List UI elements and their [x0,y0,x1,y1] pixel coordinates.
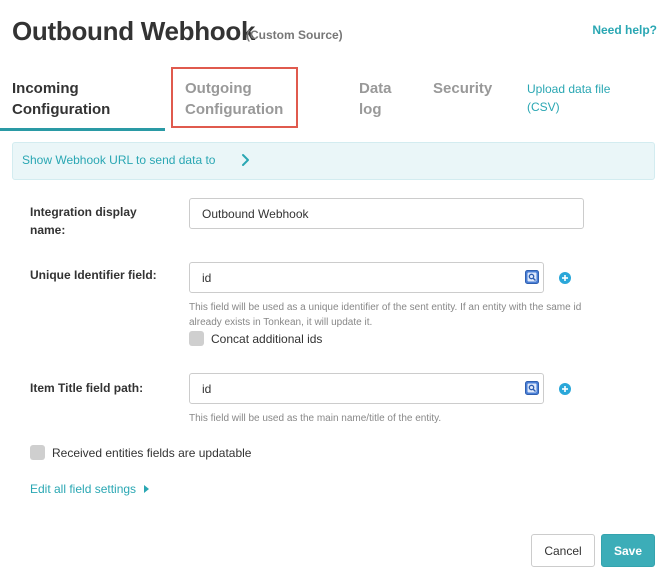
tab-label-line2: (CSV) [527,100,560,114]
updatable-checkbox[interactable] [30,445,45,460]
unique-id-hint: This field will be used as a unique iden… [189,302,582,328]
display-name-input[interactable] [189,198,584,229]
display-name-label: Integration display name: [30,203,137,239]
webhook-url-banner[interactable]: Show Webhook URL to send data to [12,142,655,180]
webhook-url-banner-text: Show Webhook URL to send data to [22,153,216,167]
tab-data-log[interactable]: Data log [359,78,392,132]
caret-right-icon [144,485,150,493]
unique-id-input[interactable] [189,262,544,293]
need-help-link[interactable]: Need help? [592,23,657,37]
updatable-checkbox-row[interactable]: Received entities fields are updatable [30,445,251,460]
updatable-label: Received entities fields are updatable [52,445,252,460]
concat-ids-checkbox-row[interactable]: Concat additional ids [189,331,322,346]
tab-label-line2: Configuration [12,101,111,118]
concat-ids-checkbox[interactable] [189,331,204,346]
add-id-plus-icon[interactable] [559,272,571,284]
unique-id-label: Unique Identifier field: [30,268,157,282]
edit-field-settings-text: Edit all field settings [30,482,137,496]
active-tab-underline [0,128,165,131]
tab-bar: Incoming Configuration Outgoing Configur… [0,78,667,132]
display-name-label-line1: Integration display [30,205,137,219]
tab-label-line1: Data [359,80,392,97]
item-title-input[interactable] [189,373,544,404]
item-title-hint: This field will be used as the main name… [189,413,442,424]
edit-field-settings-link[interactable]: Edit all field settings [30,482,150,496]
tab-label-line2: log [359,101,382,118]
page-header: Outbound Webhook (Custom Source) Need he… [12,14,657,50]
tab-upload-data-file[interactable]: Upload data file (CSV) [527,80,610,134]
add-title-plus-icon[interactable] [559,383,571,395]
concat-ids-label: Concat additional ids [211,331,323,346]
page-title: Outbound Webhook [12,16,256,46]
field-picker-icon[interactable] [525,381,539,395]
tab-incoming-configuration[interactable]: Incoming Configuration [12,78,110,132]
field-picker-icon[interactable] [525,270,539,284]
tab-label-line1: Incoming [12,80,79,97]
display-name-label-line2: name: [30,223,66,237]
save-button[interactable]: Save [601,534,655,567]
page-subtitle: (Custom Source) [246,28,343,42]
tab-security[interactable]: Security [433,78,492,132]
tab-label-line1: Upload data file [527,82,611,96]
tab-label-line1: Security [433,80,493,97]
item-title-label: Item Title field path: [30,381,144,395]
chevron-right-icon [242,154,249,166]
cancel-button[interactable]: Cancel [531,534,595,567]
tab-highlight-box [171,67,298,128]
